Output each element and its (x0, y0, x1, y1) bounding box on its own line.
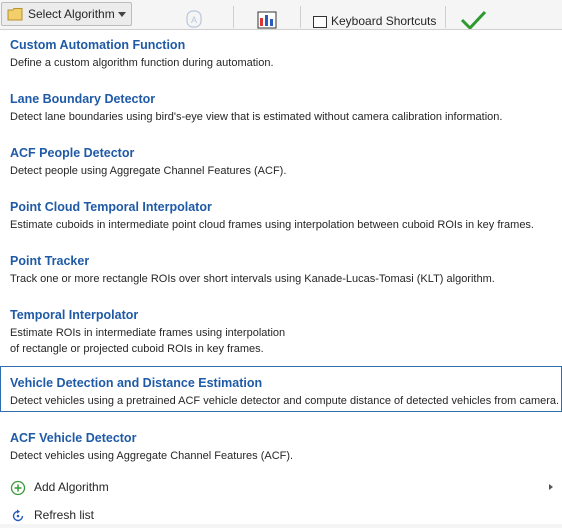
refresh-list-menu-item[interactable]: Refresh list (0, 504, 562, 528)
add-circle-icon (10, 480, 26, 496)
menu-item-point-cloud-temporal-interpolator[interactable]: Point Cloud Temporal Interpolator Estima… (0, 199, 562, 239)
submenu-arrow-icon (549, 484, 553, 490)
menu-item-description: Detect people using Aggregate Channel Fe… (10, 165, 287, 177)
menu-item-vehicle-detection-distance-estimation[interactable]: Vehicle Detection and Distance Estimatio… (0, 366, 562, 412)
toolbar: Select Algorithm A Keyboard Shortcuts (0, 0, 562, 30)
menu-item-title: Lane Boundary Detector (10, 92, 156, 106)
keyboard-icon[interactable] (313, 16, 327, 28)
menu-item-acf-people-detector[interactable]: ACF People Detector Detect people using … (0, 145, 562, 185)
select-algorithm-button[interactable]: Select Algorithm (1, 2, 132, 26)
menu-item-custom-automation-function[interactable]: Custom Automation Function Define a cust… (0, 37, 562, 77)
menu-item-title: Point Tracker (10, 254, 90, 268)
menu-item-description: Detect vehicles using a pretrained ACF v… (10, 395, 560, 407)
menu-item-temporal-interpolator[interactable]: Temporal Interpolator Estimate ROIs in i… (0, 307, 562, 363)
menu-item-point-tracker[interactable]: Point Tracker Track one or more rectangl… (0, 253, 562, 293)
menu-item-description: Detect vehicles using Aggregate Channel … (10, 450, 294, 462)
menu-item-title: Custom Automation Function (10, 38, 186, 52)
menu-item-title: Point Cloud Temporal Interpolator (10, 200, 212, 214)
refresh-icon (12, 509, 24, 522)
svg-text:A: A (191, 15, 197, 25)
add-algorithm-label: Add Algorithm (34, 480, 109, 494)
select-algorithm-label: Select Algorithm (28, 7, 115, 21)
toolbar-divider (445, 6, 446, 28)
add-algorithm-menu-item[interactable]: Add Algorithm (0, 476, 562, 500)
menu-item-acf-vehicle-detector[interactable]: ACF Vehicle Detector Detect vehicles usi… (0, 430, 562, 470)
toolbar-divider (233, 6, 234, 28)
menu-item-title: Vehicle Detection and Distance Estimatio… (10, 376, 263, 390)
algorithm-dropdown-menu: Custom Automation Function Define a cust… (0, 29, 562, 524)
checkmark-icon[interactable] (459, 10, 487, 30)
refresh-list-label: Refresh list (34, 508, 95, 522)
menu-item-title: Temporal Interpolator (10, 308, 139, 322)
menu-item-description: Estimate ROIs in intermediate frames usi… (10, 327, 286, 339)
keyboard-shortcuts-label[interactable]: Keyboard Shortcuts (331, 14, 436, 28)
menu-item-description: Track one or more rectangle ROIs over sh… (10, 273, 495, 285)
folder-icon (7, 8, 23, 21)
view-icon[interactable] (256, 8, 280, 30)
menu-item-description-line2: of rectangle or projected cuboid ROIs in… (10, 343, 264, 355)
menu-item-title: ACF Vehicle Detector (10, 431, 137, 445)
menu-item-title: ACF People Detector (10, 146, 135, 160)
toolbar-divider (300, 6, 301, 28)
menu-item-lane-boundary-detector[interactable]: Lane Boundary Detector Detect lane bound… (0, 91, 562, 131)
menu-item-description: Estimate cuboids in intermediate point c… (10, 219, 534, 231)
menu-item-description: Detect lane boundaries using bird's-eye … (10, 111, 503, 123)
menu-item-description: Define a custom algorithm function durin… (10, 57, 274, 69)
chevron-down-icon (118, 12, 126, 17)
automate-icon[interactable]: A (185, 9, 207, 29)
